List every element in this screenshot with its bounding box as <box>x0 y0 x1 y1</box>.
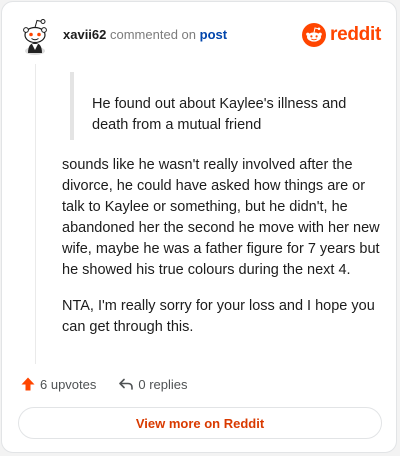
comment-embed-card: xavii62 commented on post reddit He foun… <box>1 1 397 453</box>
upvote-button[interactable]: 6 upvotes <box>20 376 96 392</box>
brand-wordmark: reddit <box>330 24 381 45</box>
comment-header: xavii62 commented on post reddit <box>19 16 382 56</box>
comment-actions: 6 upvotes 0 replies <box>20 374 188 394</box>
comment-body: sounds like he wasn't really involved af… <box>62 155 380 353</box>
avatar[interactable] <box>19 16 51 56</box>
comment-meta: xavii62 commented on post <box>63 27 227 43</box>
comment-paragraph-2: NTA, I'm really sorry for your loss and … <box>62 298 375 335</box>
view-more-button[interactable]: View more on Reddit <box>18 407 382 439</box>
quote-block: He found out about Kaylee's illness and … <box>70 72 374 140</box>
upvote-arrow-icon <box>21 377 35 391</box>
upvote-count: 6 upvotes <box>40 376 97 392</box>
username-link[interactable]: xavii62 <box>63 27 106 42</box>
reply-count: 0 replies <box>138 376 188 392</box>
comment-paragraph-1: sounds like he wasn't really involved af… <box>62 157 380 278</box>
reddit-alien-icon <box>302 23 327 47</box>
action-text: commented on <box>110 27 196 42</box>
thread-line <box>35 64 36 364</box>
reply-arrow-icon <box>119 378 134 390</box>
reddit-logo[interactable]: reddit <box>302 21 381 49</box>
reply-button[interactable]: 0 replies <box>118 376 188 392</box>
quote-text: He found out about Kaylee's illness and … <box>92 96 347 133</box>
post-link[interactable]: post <box>200 27 227 42</box>
